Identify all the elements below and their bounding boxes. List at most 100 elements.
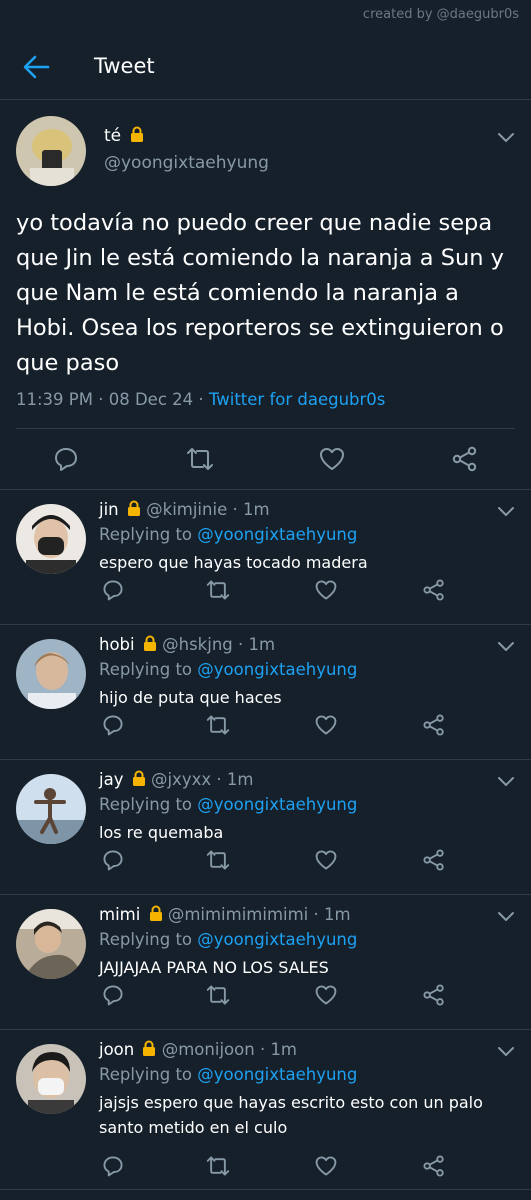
mention-link[interactable]: @yoongixtaehyung	[197, 930, 357, 949]
retweet-icon[interactable]	[205, 848, 231, 872]
watermark: created by @daegubr0s	[362, 7, 519, 22]
retweet-icon[interactable]	[205, 578, 231, 602]
tweet-actions	[0, 445, 531, 475]
replying-label: Replying to	[99, 795, 193, 814]
chevron-down-icon[interactable]	[497, 911, 515, 923]
like-icon[interactable]	[314, 578, 338, 602]
reply-author-handle: @jxyxx	[150, 770, 212, 789]
reply-icon[interactable]	[101, 848, 125, 872]
share-icon[interactable]	[422, 713, 446, 737]
reply-icon[interactable]	[101, 578, 125, 602]
reply-header: mimi @mimimimimimi · 1m	[99, 905, 351, 924]
separator-dot: ·	[238, 635, 249, 654]
reply-time: 1m	[324, 905, 351, 924]
lock-icon	[143, 1040, 156, 1056]
reply-header: jin @kimjinie · 1m	[99, 500, 270, 519]
tweet-text: yo todavía no puedo creer que nadie sepa…	[16, 210, 504, 376]
reply-icon[interactable]	[52, 445, 80, 473]
share-icon[interactable]	[422, 578, 446, 602]
reply-icon[interactable]	[101, 713, 125, 737]
replying-label: Replying to	[99, 660, 193, 679]
replying-to: Replying to @yoongixtaehyung	[99, 1065, 357, 1084]
mention-link[interactable]: @yoongixtaehyung	[197, 525, 357, 544]
reply-actions	[0, 848, 531, 874]
share-icon[interactable]	[422, 848, 446, 872]
reply-item[interactable]: hobi @hskjng · 1m Replying to @yoongixta…	[0, 625, 531, 760]
chevron-down-icon[interactable]	[497, 641, 515, 653]
separator-dot: ·	[313, 905, 325, 924]
partial-reply-header	[99, 1190, 209, 1200]
reply-item[interactable]: mimi @mimimimimimi · 1m Replying to @yoo…	[0, 895, 531, 1030]
reply-text: JAJJAJAA PARA NO LOS SALES	[99, 958, 329, 977]
reply-time: 1m	[248, 635, 276, 654]
reply-header: joon @monijoon · 1m	[99, 1040, 297, 1059]
top-bar: Tweet	[0, 34, 531, 100]
reply-author-handle: @mimimimimimi	[167, 905, 309, 924]
tweet-date: 08 Dec 24	[108, 390, 194, 409]
reply-author-name: jin	[99, 500, 119, 519]
like-icon[interactable]	[314, 1154, 338, 1178]
separator-dot: ·	[259, 1040, 271, 1059]
replying-label: Replying to	[99, 525, 193, 544]
tweet-time: 11:39 PM	[16, 390, 93, 409]
retweet-icon[interactable]	[185, 445, 215, 473]
chevron-down-icon[interactable]	[497, 132, 515, 144]
reply-author-handle: @kimjinie	[146, 500, 228, 519]
lock-icon	[130, 126, 143, 142]
avatar[interactable]	[16, 1044, 86, 1114]
chevron-down-icon[interactable]	[497, 1046, 515, 1058]
avatar[interactable]	[16, 116, 86, 186]
replying-to: Replying to @yoongixtaehyung	[99, 525, 357, 544]
like-icon[interactable]	[314, 713, 338, 737]
reply-actions	[0, 1154, 531, 1180]
mention-link[interactable]: @yoongixtaehyung	[197, 660, 357, 679]
chevron-down-icon[interactable]	[497, 776, 515, 788]
reply-item[interactable]: jin @kimjinie · 1m Replying to @yoongixt…	[0, 490, 531, 625]
reply-actions	[0, 983, 531, 1009]
reply-author-name: jay	[99, 770, 124, 789]
reply-author-name: joon	[99, 1040, 135, 1059]
replying-to: Replying to @yoongixtaehyung	[99, 930, 357, 949]
avatar[interactable]	[16, 909, 86, 979]
reply-item[interactable]: jay @jxyxx · 1m Replying to @yoongixtaeh…	[0, 760, 531, 895]
mention-link[interactable]: @yoongixtaehyung	[197, 795, 357, 814]
reply-author-handle: @hskjng	[162, 635, 233, 654]
reply-text: hijo de puta que haces	[99, 688, 282, 707]
reply-item[interactable]: joon @monijoon · 1m Replying to @yoongix…	[0, 1030, 531, 1190]
reply-author-name: hobi	[99, 635, 135, 654]
retweet-icon[interactable]	[205, 713, 231, 737]
avatar[interactable]	[16, 504, 86, 574]
reply-text: espero que hayas tocado madera	[99, 553, 368, 572]
like-icon[interactable]	[314, 848, 338, 872]
share-icon[interactable]	[422, 983, 446, 1007]
mention-link[interactable]: @yoongixtaehyung	[197, 1065, 357, 1084]
author-handle: @yoongixtaehyung	[104, 153, 269, 173]
replying-to: Replying to @yoongixtaehyung	[99, 795, 357, 814]
divider	[16, 428, 515, 429]
replying-label: Replying to	[99, 1065, 193, 1084]
avatar[interactable]	[16, 639, 86, 709]
tweet-meta: 11:39 PM · 08 Dec 24 · Twitter for daegu…	[16, 390, 385, 409]
author-name: té	[104, 126, 144, 146]
like-icon[interactable]	[318, 445, 346, 473]
page-title: Tweet	[94, 54, 155, 78]
chevron-down-icon[interactable]	[497, 506, 515, 518]
like-icon[interactable]	[314, 983, 338, 1007]
replying-label: Replying to	[99, 930, 193, 949]
lock-icon	[127, 500, 140, 516]
reply-icon[interactable]	[101, 1154, 125, 1178]
main-tweet: té @yoongixtaehyung yo todavía no puedo …	[0, 100, 531, 490]
tweet-client-link[interactable]: Twitter for daegubr0s	[209, 390, 386, 409]
share-icon[interactable]	[422, 1154, 446, 1178]
reply-time: 1m	[270, 1040, 298, 1059]
retweet-icon[interactable]	[205, 983, 231, 1007]
reply-icon[interactable]	[101, 983, 125, 1007]
share-icon[interactable]	[451, 445, 479, 473]
separator-dot: ·	[232, 500, 243, 519]
back-arrow-icon[interactable]	[22, 54, 50, 80]
lock-icon	[132, 770, 145, 786]
reply-time: 1m	[242, 500, 270, 519]
retweet-icon[interactable]	[205, 1154, 231, 1178]
avatar[interactable]	[16, 774, 86, 844]
reply-text: jajsjs espero que hayas escrito esto con…	[99, 1093, 483, 1137]
